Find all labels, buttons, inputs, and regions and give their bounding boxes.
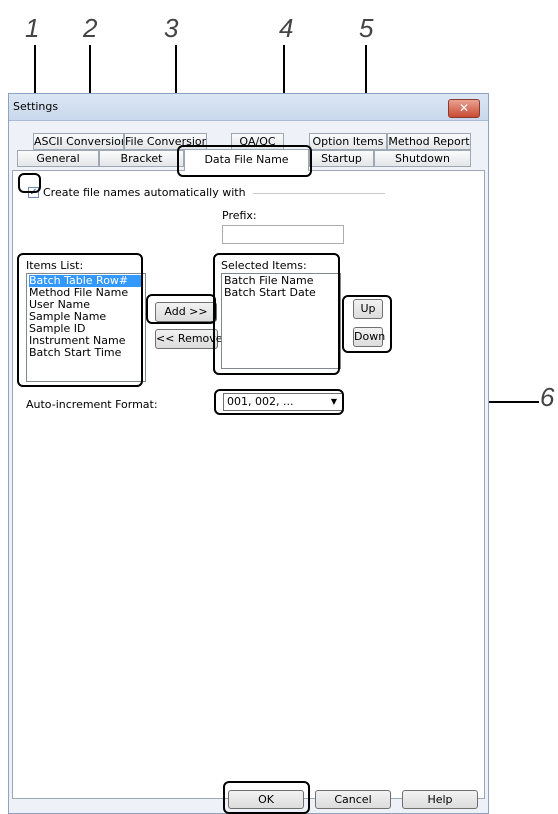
check-icon: ✓: [29, 187, 38, 198]
auto-increment-label: Auto-increment Format:: [26, 398, 158, 411]
chevron-down-icon: ▼: [330, 397, 337, 406]
tab-data-file-name[interactable]: Data File Name: [184, 149, 309, 171]
tab-file-conversion[interactable]: File Conversion: [124, 133, 207, 150]
list-item[interactable]: Batch Start Time: [29, 347, 143, 359]
callout-3: 3: [164, 13, 179, 43]
tab-bracket[interactable]: Bracket: [99, 150, 184, 167]
items-listbox[interactable]: Batch Table Row# Method File Name User N…: [26, 273, 146, 382]
tab-method-report[interactable]: Method Report: [387, 133, 471, 150]
help-button[interactable]: Help: [402, 790, 478, 809]
cancel-button[interactable]: Cancel: [315, 790, 391, 809]
remove-button[interactable]: << Remove: [155, 329, 223, 349]
add-button[interactable]: Add >>: [155, 302, 217, 322]
group-separator: [253, 193, 385, 194]
tab-general[interactable]: General: [17, 150, 99, 167]
down-button[interactable]: Down: [353, 327, 385, 347]
selected-items-label: Selected Items:: [221, 259, 307, 272]
prefix-label: Prefix:: [222, 209, 257, 222]
auto-name-label: Create file names automatically with: [43, 186, 246, 199]
callout-4: 4: [279, 13, 294, 43]
tab-shutdown[interactable]: Shutdown: [374, 150, 471, 167]
tab-startup[interactable]: Startup: [309, 150, 374, 167]
ok-button[interactable]: OK: [228, 790, 304, 809]
auto-name-checkbox[interactable]: ✓: [28, 187, 39, 198]
auto-increment-select[interactable]: 001, 002, ... ▼: [223, 393, 343, 411]
title-bar: Settings ✕: [9, 94, 488, 121]
close-icon: ✕: [458, 101, 470, 115]
selected-items-listbox[interactable]: Batch File Name Batch Start Date: [221, 273, 341, 369]
callout-1: 1: [25, 13, 40, 43]
settings-dialog: Settings ✕ ASCII Conversion File Convers…: [8, 93, 489, 814]
tab-qa-qc[interactable]: QA/QC: [231, 133, 284, 150]
auto-increment-value: 001, 002, ...: [227, 395, 294, 408]
tab-panel: ✓ Create file names automatically with P…: [12, 170, 485, 799]
tab-ascii-conversion[interactable]: ASCII Conversion: [33, 133, 124, 150]
list-item[interactable]: Batch Start Date: [224, 287, 338, 299]
tab-option-items[interactable]: Option Items: [309, 133, 387, 150]
window-title: Settings: [13, 100, 59, 113]
close-button[interactable]: ✕: [448, 99, 480, 118]
callout-6: 6: [540, 382, 555, 412]
callout-5: 5: [359, 13, 374, 43]
up-button[interactable]: Up: [353, 299, 383, 319]
prefix-input[interactable]: [222, 225, 344, 244]
items-list-label: Items List:: [26, 259, 84, 272]
callout-2: 2: [83, 13, 98, 43]
